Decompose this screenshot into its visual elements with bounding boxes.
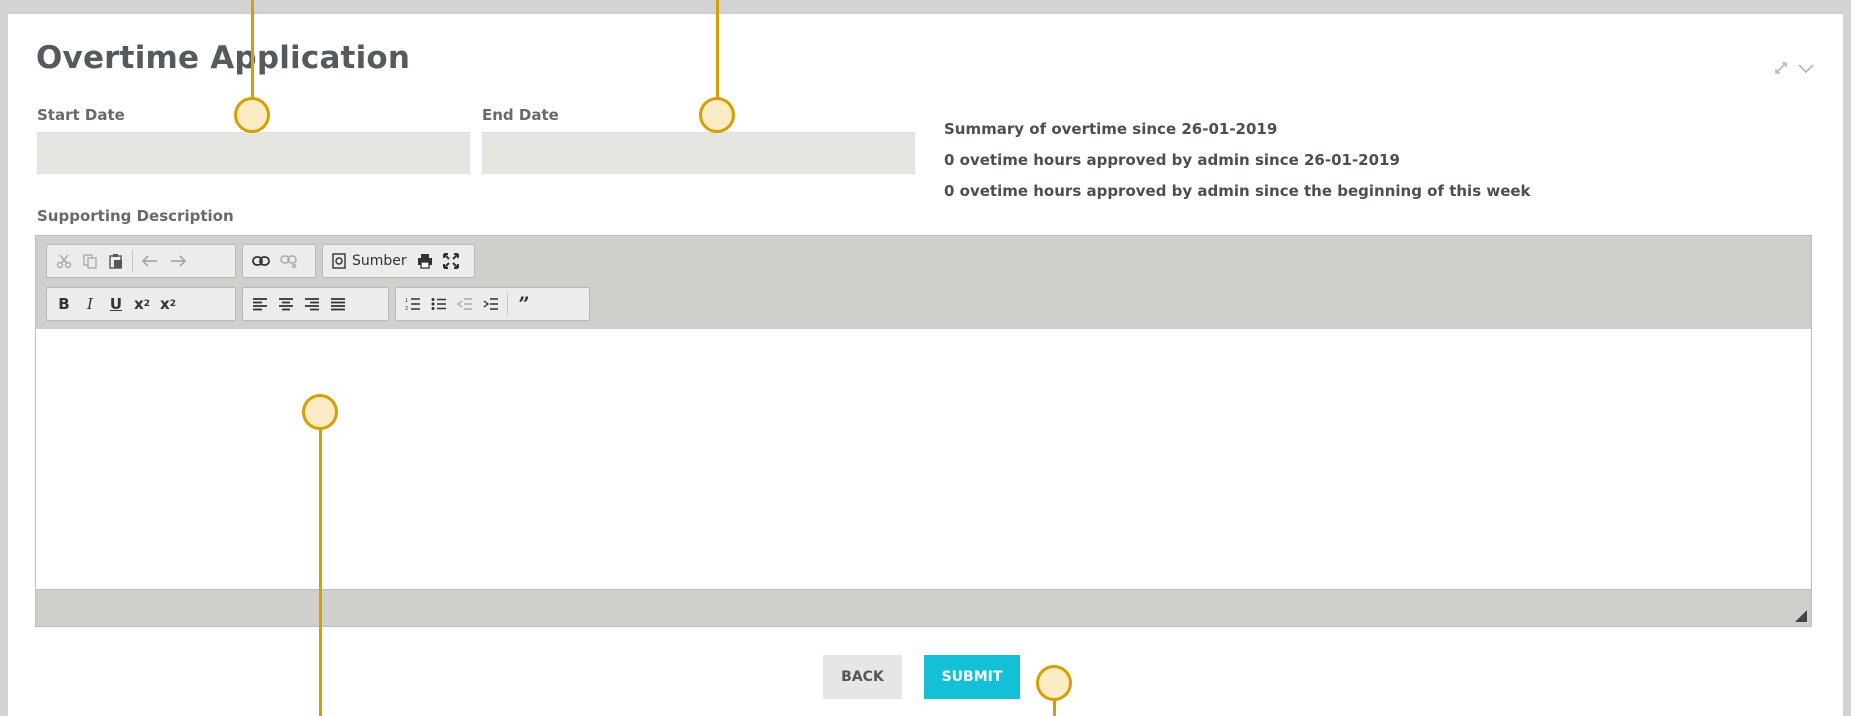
- numbered-list-icon[interactable]: 12: [400, 290, 426, 318]
- blockquote-icon[interactable]: ”: [511, 290, 537, 318]
- callout-line: [319, 429, 322, 716]
- toolbar-separator: [507, 293, 508, 315]
- source-button[interactable]: Sumber: [327, 247, 412, 275]
- toolbar-separator: [132, 250, 133, 272]
- underline-icon[interactable]: U: [103, 290, 129, 318]
- page-title: Overtime Application: [36, 40, 411, 76]
- align-group: [242, 287, 389, 321]
- back-button[interactable]: BACK: [823, 655, 902, 699]
- rich-text-editor: Sumber B I U x2 x2 1 2 ”: [35, 235, 1812, 627]
- print-icon[interactable]: [412, 247, 438, 275]
- unlink-icon[interactable]: [275, 247, 303, 275]
- align-right-icon[interactable]: [299, 290, 325, 318]
- resize-handle-icon[interactable]: [1795, 610, 1807, 622]
- basic-styles-group: B I U x2 x2: [46, 287, 236, 321]
- svg-text:1: 1: [405, 298, 408, 304]
- callout-marker: [234, 97, 270, 133]
- italic-icon[interactable]: I: [77, 290, 103, 318]
- document-group: Sumber: [322, 244, 475, 278]
- window-controls: [1773, 60, 1815, 80]
- clipboard-group: [46, 244, 236, 278]
- start-date-label: Start Date: [37, 106, 125, 124]
- maximize-icon[interactable]: [438, 247, 464, 275]
- callout-line: [716, 0, 719, 98]
- align-justify-icon[interactable]: [325, 290, 351, 318]
- overtime-summary: Summary of overtime since 26-01-2019 0 o…: [944, 114, 1531, 207]
- start-date-input[interactable]: [37, 132, 470, 174]
- bulleted-list-icon[interactable]: [426, 290, 452, 318]
- subscript-icon[interactable]: x2: [129, 290, 155, 318]
- decrease-indent-icon[interactable]: [452, 290, 478, 318]
- source-label: Sumber: [352, 253, 407, 269]
- copy-icon[interactable]: [77, 247, 103, 275]
- callout-marker: [302, 394, 338, 430]
- submit-button[interactable]: SUBMIT: [924, 655, 1020, 699]
- overtime-application-panel: Overtime Application Start Date End Date…: [8, 12, 1843, 716]
- summary-line: 0 ovetime hours approved by admin since …: [944, 182, 1531, 200]
- cut-icon[interactable]: [51, 247, 77, 275]
- paste-icon[interactable]: [103, 247, 129, 275]
- callout-marker: [699, 97, 735, 133]
- editor-toolbar: Sumber B I U x2 x2 1 2 ”: [36, 236, 1811, 330]
- redo-icon[interactable]: [164, 247, 192, 275]
- undo-icon[interactable]: [136, 247, 164, 275]
- bold-icon[interactable]: B: [51, 290, 77, 318]
- increase-indent-icon[interactable]: [478, 290, 504, 318]
- supporting-description-label: Supporting Description: [37, 207, 234, 225]
- align-left-icon[interactable]: [247, 290, 273, 318]
- callout-line: [251, 0, 254, 98]
- link-icon[interactable]: [247, 247, 275, 275]
- superscript-icon[interactable]: x2: [155, 290, 181, 318]
- callout-line: [1053, 700, 1056, 716]
- link-group: [242, 244, 316, 278]
- editor-status-bar: [36, 589, 1811, 626]
- callout-marker: [1036, 665, 1072, 701]
- list-group: 12 ”: [395, 287, 590, 321]
- end-date-input[interactable]: [482, 132, 915, 174]
- chevron-down-icon[interactable]: [1797, 60, 1815, 80]
- expand-icon[interactable]: [1773, 60, 1789, 80]
- summary-line: 0 ovetime hours approved by admin since …: [944, 151, 1400, 169]
- end-date-label: End Date: [482, 106, 559, 124]
- svg-text:2: 2: [405, 306, 408, 311]
- align-center-icon[interactable]: [273, 290, 299, 318]
- summary-line: Summary of overtime since 26-01-2019: [944, 120, 1278, 138]
- editor-content-area[interactable]: [36, 329, 1811, 589]
